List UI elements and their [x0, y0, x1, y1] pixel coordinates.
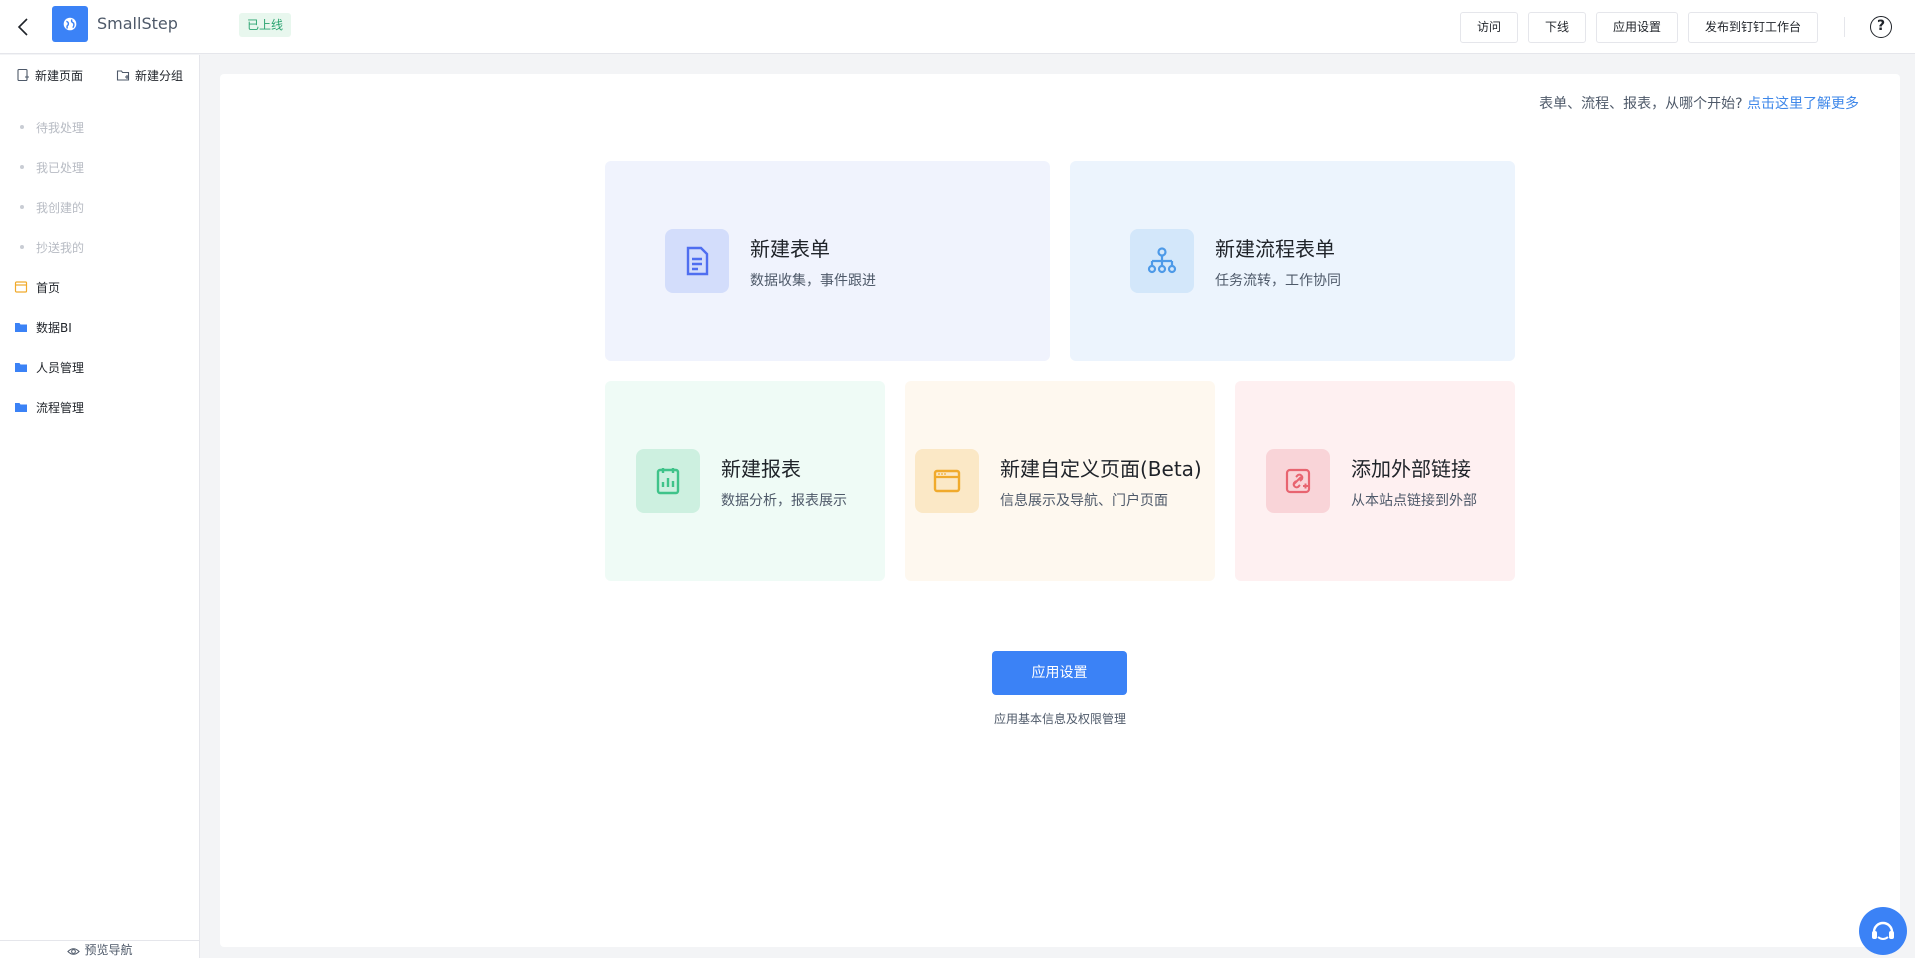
sidebar-item-cc[interactable]: 抄送我的 — [14, 236, 84, 258]
sidebar-item-home[interactable]: 首页 — [14, 276, 60, 298]
new-group-icon — [116, 70, 130, 81]
visit-button[interactable]: 访问 — [1460, 12, 1518, 43]
sidebar-item-label: 我已处理 — [36, 160, 85, 175]
card-title: 新建自定义页面(Beta) — [1000, 457, 1202, 481]
app-settings-primary-button[interactable]: 应用设置 — [992, 651, 1127, 695]
sidebar-item-label: 待我处理 — [36, 120, 85, 135]
learn-more-link[interactable]: 点击这里了解更多 — [1747, 96, 1859, 112]
sidebar-item-label: 人员管理 — [36, 360, 85, 375]
sidebar-item-label: 首页 — [36, 280, 61, 295]
sidebar-item-label: 抄送我的 — [36, 240, 85, 255]
eye-icon — [67, 948, 81, 955]
sidebar-item-label: 数据BI — [36, 320, 72, 335]
publish-button[interactable]: 发布到钉钉工作台 — [1688, 12, 1818, 43]
bullet-icon — [20, 205, 24, 209]
sidebar-item-label: 我创建的 — [36, 200, 85, 215]
org-chart-icon — [1147, 247, 1177, 274]
customer-service-button[interactable] — [1859, 907, 1907, 955]
app-settings-description: 应用基本信息及权限管理 — [993, 712, 1126, 726]
icon-box — [665, 229, 729, 293]
sidebar-item-created[interactable]: 我创建的 — [14, 196, 84, 218]
icon-box — [636, 449, 700, 513]
folder-icon — [15, 363, 27, 372]
folder-icon — [15, 403, 27, 412]
card-desc: 数据收集，事件跟进 — [750, 273, 876, 289]
card-desc: 从本站点链接到外部 — [1351, 493, 1477, 509]
hint-label: 表单、流程、报表，从哪个开始? — [1539, 96, 1743, 112]
preview-nav-button[interactable]: 预览导航 — [0, 940, 200, 958]
new-custom-page-card[interactable]: 新建自定义页面(Beta) 信息展示及导航、门户页面 — [905, 381, 1215, 581]
help-icon[interactable]: ? — [1870, 16, 1892, 38]
report-icon — [656, 468, 680, 495]
bullet-icon — [20, 245, 24, 249]
card-desc: 任务流转，工作协同 — [1215, 273, 1341, 289]
back-arrow-icon[interactable] — [12, 15, 36, 39]
sidebar-item-data-bi[interactable]: 数据BI — [14, 316, 72, 338]
card-desc: 信息展示及导航、门户页面 — [1000, 493, 1168, 509]
icon-box — [915, 449, 979, 513]
link-icon — [1285, 468, 1311, 494]
sidebar-item-pending[interactable]: 待我处理 — [14, 116, 84, 138]
icon-box — [1130, 229, 1194, 293]
globe-icon — [63, 17, 77, 31]
offline-button[interactable]: 下线 — [1528, 12, 1586, 43]
preview-nav-label: 预览导航 — [84, 943, 133, 957]
header-divider — [1844, 17, 1845, 37]
bullet-icon — [20, 125, 24, 129]
top-header: SmallStep 已上线 访问 下线 应用设置 发布到钉钉工作台 ? — [0, 0, 1915, 54]
bullet-icon — [20, 165, 24, 169]
card-title: 新建表单 — [750, 237, 830, 261]
app-logo — [52, 6, 88, 42]
document-icon — [686, 246, 709, 276]
sidebar: 新建页面 新建分组 待我处理 我已处理 我创建的 抄送我的 首页 数据BI 人员… — [0, 55, 200, 958]
main-panel: 表单、流程、报表，从哪个开始? 点击这里了解更多 新建表单 数据收集，事件跟进 … — [220, 74, 1900, 947]
new-process-form-card[interactable]: 新建流程表单 任务流转，工作协同 — [1070, 161, 1515, 361]
hint-text: 表单、流程、报表，从哪个开始? 点击这里了解更多 — [1539, 93, 1859, 113]
app-name: SmallStep — [97, 14, 178, 33]
status-badge: 已上线 — [239, 13, 292, 37]
card-title: 添加外部链接 — [1351, 457, 1471, 481]
sidebar-item-label: 流程管理 — [36, 400, 85, 415]
add-external-link-card[interactable]: 添加外部链接 从本站点链接到外部 — [1235, 381, 1515, 581]
new-form-card[interactable]: 新建表单 数据收集，事件跟进 — [605, 161, 1050, 361]
new-page-label: 新建页面 — [35, 68, 84, 83]
folder-icon — [15, 323, 27, 332]
sidebar-item-processed[interactable]: 我已处理 — [14, 156, 84, 178]
card-title: 新建报表 — [721, 457, 801, 481]
sidebar-item-process[interactable]: 流程管理 — [14, 396, 84, 418]
window-icon — [933, 469, 961, 493]
app-settings-button[interactable]: 应用设置 — [1596, 12, 1678, 43]
card-desc: 数据分析，报表展示 — [721, 493, 847, 509]
new-group-button[interactable]: 新建分组 — [116, 65, 183, 85]
new-page-icon — [17, 68, 29, 82]
sidebar-item-personnel[interactable]: 人员管理 — [14, 356, 84, 378]
new-report-card[interactable]: 新建报表 数据分析，报表展示 — [605, 381, 885, 581]
card-title: 新建流程表单 — [1215, 237, 1335, 261]
icon-box — [1266, 449, 1330, 513]
chat-headset-icon — [1872, 921, 1894, 940]
new-page-button[interactable]: 新建页面 — [16, 65, 83, 85]
calendar-icon — [14, 281, 28, 293]
new-group-label: 新建分组 — [135, 68, 184, 83]
